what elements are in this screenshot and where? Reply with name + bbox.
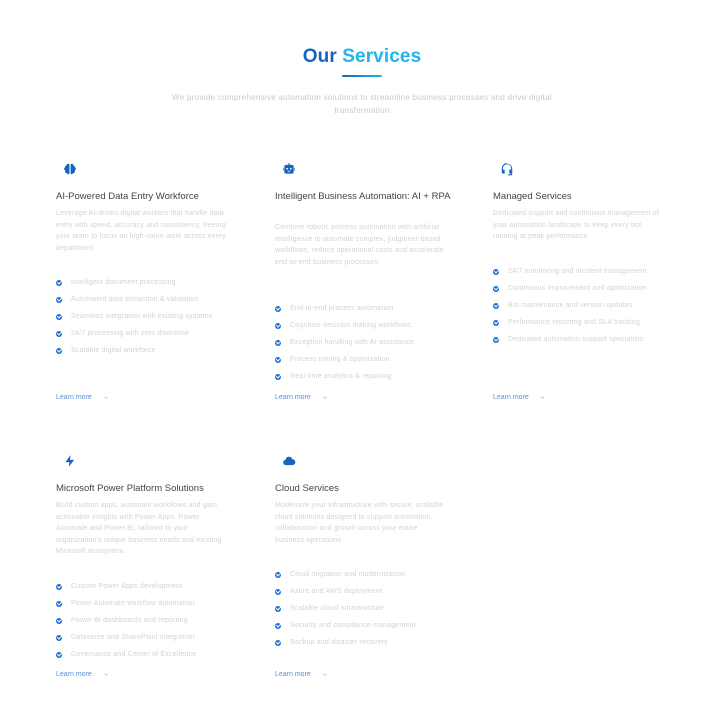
brain-icon [63, 162, 77, 176]
check-icon [56, 347, 62, 354]
arrow-right-icon: → [320, 394, 328, 401]
feature-item: Governance and Center of Excellence [56, 646, 196, 663]
feature-item: Cloud migration and modernization [275, 566, 416, 583]
learn-more-link[interactable]: Learn more → [275, 671, 328, 678]
check-icon [493, 336, 499, 343]
feature-item: Dataverse and SharePoint integration [56, 629, 196, 646]
check-icon [493, 285, 499, 292]
check-icon [275, 339, 281, 346]
section-subtitle: We provide comprehensive automation solu… [172, 93, 552, 115]
check-icon [493, 268, 499, 275]
service-description: Combine robotic process automation with … [275, 224, 444, 266]
feature-item: Dedicated automation support specialists [493, 331, 647, 348]
feature-item: Power BI dashboards and reporting [56, 612, 196, 629]
learn-more-link[interactable]: Learn more → [275, 394, 328, 401]
feature-item: Exception handling with AI assistance [275, 334, 414, 351]
check-icon [56, 651, 62, 658]
feature-item: Scalable cloud infrastructure [275, 600, 416, 617]
feature-item: 24/7 processing with zero downtime [56, 325, 212, 342]
feature-list: Cloud migration and modernization Azure … [275, 566, 416, 651]
feature-item: Cognitive decision making workflows [275, 317, 414, 334]
feature-item: Intelligent document processing [56, 274, 212, 291]
feature-item: Azure and AWS deployment [275, 583, 416, 600]
check-icon [275, 322, 281, 329]
feature-item: Process mining & optimization [275, 351, 414, 368]
check-icon [56, 296, 62, 303]
check-icon [275, 588, 281, 595]
check-icon [275, 605, 281, 612]
feature-item: Custom Power Apps development [56, 578, 196, 595]
section-title: Our Services [0, 46, 724, 68]
service-title: Cloud Services [275, 483, 339, 494]
services-header: Our Services We provide comprehensive au… [0, 46, 724, 117]
arrow-right-icon: → [320, 671, 328, 678]
check-icon [493, 319, 499, 326]
title-part-services: Services [342, 46, 422, 67]
headset-icon [500, 162, 514, 176]
feature-item: 24/7 monitoring and incident management [493, 263, 647, 280]
check-icon [275, 639, 281, 646]
check-icon [275, 622, 281, 629]
feature-item: Bot maintenance and version updates [493, 297, 647, 314]
check-icon [56, 583, 62, 590]
check-icon [56, 313, 62, 320]
feature-item: Continuous improvement and optimization [493, 280, 647, 297]
check-icon [56, 330, 62, 337]
check-icon [56, 617, 62, 624]
check-icon [275, 305, 281, 312]
feature-item: Real-time analytics & reporting [275, 368, 414, 385]
feature-item: Security and compliance management [275, 617, 416, 634]
check-icon [56, 600, 62, 607]
check-icon [56, 279, 62, 286]
feature-item: Performance reporting and SLA tracking [493, 314, 647, 331]
check-icon [493, 302, 499, 309]
title-part-our: Our [302, 46, 337, 67]
service-title: AI-Powered Data Entry Workforce [56, 191, 199, 202]
service-card-cloud-services: Cloud Services Modernize your infrastruc… [275, 454, 453, 684]
service-title: Intelligent Business Automation: AI + RP… [275, 191, 451, 202]
arrow-right-icon: → [101, 671, 109, 678]
feature-item: Automated data extraction & validation [56, 291, 212, 308]
check-icon [56, 634, 62, 641]
feature-item: End-to-end process automation [275, 300, 414, 317]
service-card-managed-services: Managed Services Dedicated support and c… [493, 162, 671, 406]
service-card-intelligent-automation: Intelligent Business Automation: AI + RP… [275, 162, 453, 406]
feature-list: Custom Power Apps development Power Auto… [56, 578, 196, 663]
arrow-right-icon: → [101, 394, 109, 401]
feature-list: End-to-end process automation Cognitive … [275, 300, 414, 385]
learn-more-link[interactable]: Learn more → [56, 394, 109, 401]
learn-more-link[interactable]: Learn more → [493, 394, 546, 401]
feature-item: Power Automate workflow automation [56, 595, 196, 612]
lightning-icon [63, 454, 77, 468]
cloud-icon [282, 454, 296, 468]
check-icon [275, 373, 281, 380]
service-card-ai-data-entry: AI-Powered Data Entry Workforce Leverage… [56, 162, 234, 406]
feature-list: 24/7 monitoring and incident management … [493, 263, 647, 348]
check-icon [275, 571, 281, 578]
arrow-right-icon: → [538, 394, 546, 401]
service-description: Modernize your infrastructure with secur… [275, 502, 444, 544]
service-description: Leverage AI-driven digital workers that … [56, 210, 226, 252]
service-title: Managed Services [493, 191, 572, 202]
feature-list: Intelligent document processing Automate… [56, 274, 212, 359]
feature-item: Seamless integration with existing syste… [56, 308, 212, 325]
service-title: Microsoft Power Platform Solutions [56, 483, 204, 494]
check-icon [275, 356, 281, 363]
robot-icon [282, 162, 296, 176]
service-description: Dedicated support and continuous managem… [493, 210, 660, 240]
feature-item: Scalable digital workforce [56, 342, 212, 359]
title-underline [342, 75, 382, 77]
feature-item: Backup and disaster recovery [275, 634, 416, 651]
learn-more-link[interactable]: Learn more → [56, 671, 109, 678]
service-card-power-platform: Microsoft Power Platform Solutions Build… [56, 454, 234, 684]
service-description: Build custom apps, automate workflows an… [56, 502, 222, 555]
